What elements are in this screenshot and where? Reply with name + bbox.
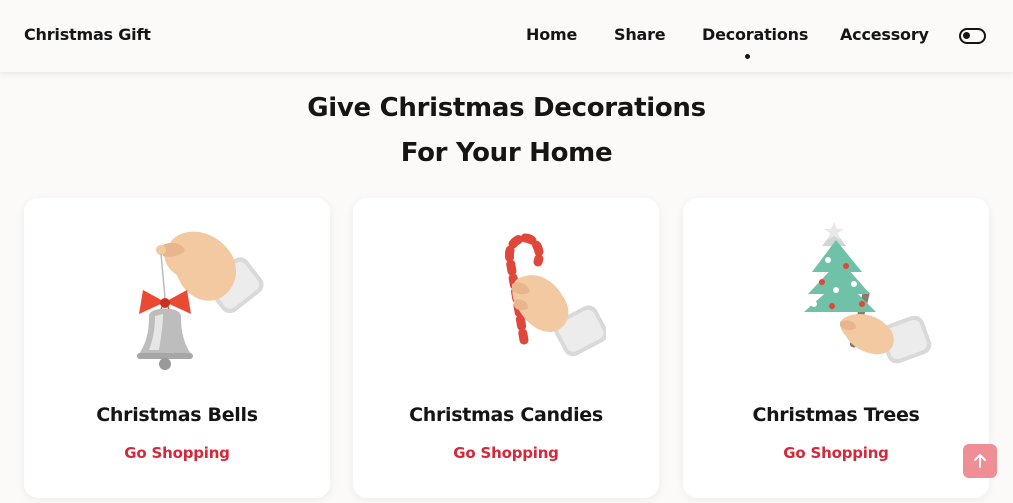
logo[interactable]: Christmas Gift — [24, 25, 151, 44]
card-title: Christmas Trees — [752, 404, 920, 426]
card-christmas-candies: Christmas Candies Go Shopping — [353, 198, 659, 498]
section-title-line2: For Your Home — [400, 138, 613, 168]
section-title: Give Christmas Decorations For Your Home — [0, 86, 1013, 176]
card-title: Christmas Candies — [409, 404, 603, 426]
go-shopping-link[interactable]: Go Shopping — [24, 444, 330, 462]
toggle-knob — [963, 32, 970, 39]
theme-toggle-icon[interactable] — [959, 28, 986, 44]
section-title-line1: Give Christmas Decorations — [307, 93, 706, 123]
active-nav-indicator — [745, 54, 750, 59]
nav-decorations[interactable]: Decorations — [702, 25, 808, 44]
go-shopping-link[interactable]: Go Shopping — [683, 444, 989, 462]
hand-holding-bell-icon — [137, 231, 264, 370]
header: Christmas Gift Home Share Decorations Ac… — [0, 0, 1013, 72]
hand-holding-candy-cane-icon — [504, 233, 606, 357]
card-christmas-trees: Christmas Trees Go Shopping — [683, 198, 989, 498]
hand-holding-tree-icon — [804, 222, 932, 364]
nav-home[interactable]: Home — [526, 25, 577, 44]
scroll-up-button[interactable] — [963, 444, 997, 478]
card-christmas-bells: Christmas Bells Go Shopping — [24, 198, 330, 498]
nav-accessory[interactable]: Accessory — [840, 25, 929, 44]
nav-share[interactable]: Share — [614, 25, 666, 44]
arrow-up-icon — [974, 454, 986, 468]
card-title: Christmas Bells — [96, 404, 258, 426]
go-shopping-link[interactable]: Go Shopping — [353, 444, 659, 462]
